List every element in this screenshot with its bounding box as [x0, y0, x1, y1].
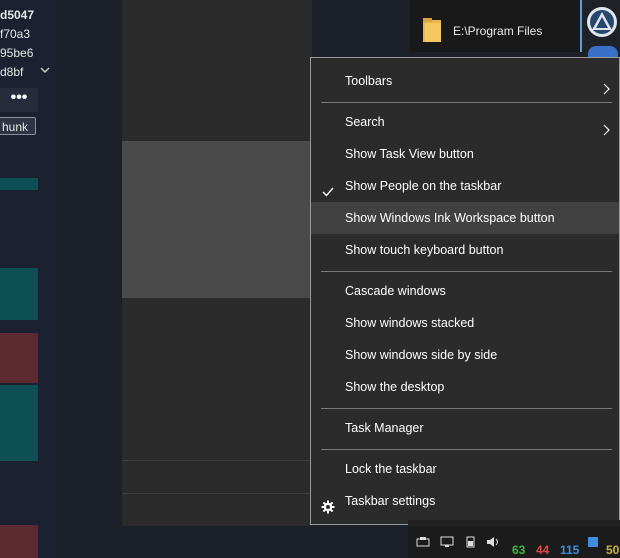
menu-item-task-manager[interactable]: Task Manager: [311, 412, 619, 444]
gear-icon: [321, 494, 335, 514]
more-options-button[interactable]: •••: [0, 88, 38, 112]
menu-item-label: Cascade windows: [345, 284, 446, 298]
chevron-right-icon: [601, 75, 611, 95]
menu-item-search[interactable]: Search: [311, 106, 619, 138]
menu-item-toolbars[interactable]: Toolbars: [311, 65, 619, 97]
temp-readout: 44: [536, 543, 550, 557]
menu-item-label: Show windows stacked: [345, 316, 475, 330]
menu-item-label: Search: [345, 115, 385, 129]
commit-hash[interactable]: d5047: [0, 6, 52, 24]
menu-item-cascade-windows[interactable]: Cascade windows: [311, 275, 619, 307]
menu-item-taskbar-settings[interactable]: Taskbar settings: [311, 485, 619, 517]
cpu-readout: 63: [512, 543, 526, 557]
menu-item-show-people[interactable]: Show People on the taskbar: [311, 170, 619, 202]
divider: [122, 460, 312, 461]
menu-item-show-task-view[interactable]: Show Task View button: [311, 138, 619, 170]
usage-readout: 50: [606, 543, 620, 557]
chevron-right-icon: [601, 116, 611, 136]
menu-separator: [321, 102, 612, 103]
commit-hash[interactable]: 95be6: [0, 44, 52, 62]
menu-item-lock-taskbar[interactable]: Lock the taskbar: [311, 453, 619, 485]
menu-item-label: Show Task View button: [345, 147, 474, 161]
disk-icon[interactable]: [586, 536, 600, 548]
menu-item-side-by-side[interactable]: Show windows side by side: [311, 339, 619, 371]
menu-item-show-touch-keyboard[interactable]: Show touch keyboard button: [311, 234, 619, 266]
taskbar-tray: 63 44 115 50: [408, 526, 620, 558]
diff-line-removed: [0, 333, 38, 383]
commit-hash[interactable]: f70a3: [0, 25, 52, 43]
folder-path-label[interactable]: E:\Program Files: [453, 24, 542, 38]
menu-item-show-desktop[interactable]: Show the desktop: [311, 371, 619, 403]
menu-item-label: Lock the taskbar: [345, 462, 437, 476]
menu-item-label: Toolbars: [345, 74, 393, 88]
memory-readout: 115: [560, 543, 580, 557]
folder-icon: [422, 17, 442, 43]
menu-separator: [321, 408, 612, 409]
network-icon[interactable]: [440, 536, 454, 548]
chevron-down-icon[interactable]: [40, 66, 50, 77]
menu-item-label: Show the desktop: [345, 380, 445, 394]
menu-separator: [321, 271, 612, 272]
menu-item-label: Show Windows Ink Workspace button: [345, 211, 555, 225]
background-window-content: [122, 141, 312, 298]
menu-item-show-ink-workspace[interactable]: Show Windows Ink Workspace button: [311, 202, 619, 234]
app-logo-icon[interactable]: [586, 6, 618, 38]
divider: [580, 0, 582, 52]
diff-line-added: [0, 385, 38, 461]
divider: [122, 493, 312, 494]
volume-icon[interactable]: [486, 536, 500, 548]
menu-item-label: Show windows side by side: [345, 348, 498, 362]
battery-icon[interactable]: [464, 536, 478, 548]
menu-separator: [321, 449, 612, 450]
menu-item-label: Show touch keyboard button: [345, 243, 504, 257]
diff-line-added: [0, 268, 38, 320]
menu-item-label: Task Manager: [345, 421, 424, 435]
menu-item-windows-stacked[interactable]: Show windows stacked: [311, 307, 619, 339]
checkmark-icon: [321, 179, 335, 197]
pen-icon[interactable]: [416, 536, 430, 548]
menu-item-label: Show People on the taskbar: [345, 179, 502, 193]
menu-item-label: Taskbar settings: [345, 494, 436, 508]
diff-line-removed: [0, 525, 38, 558]
hunk-button[interactable]: hunk: [0, 117, 36, 135]
diff-line-added: [0, 178, 38, 190]
